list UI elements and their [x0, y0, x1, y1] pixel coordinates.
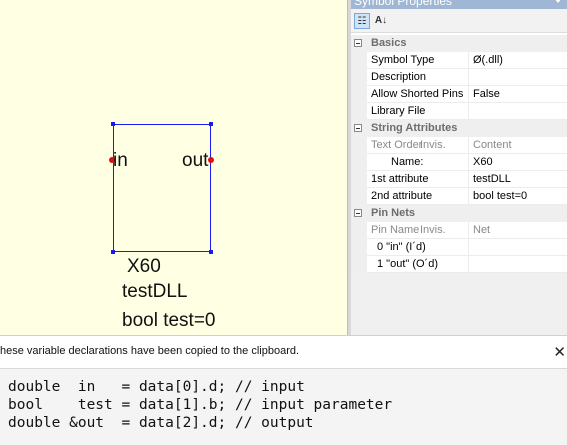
property-name: Library File: [367, 103, 469, 120]
attribute-value[interactable]: bool test=0: [469, 188, 567, 205]
pin-net[interactable]: [469, 256, 567, 273]
categorized-icon[interactable]: ☷: [354, 13, 370, 29]
properties-empty-area: [351, 273, 567, 335]
attribute-name: 1st attribute: [367, 171, 469, 188]
section-label: String Attributes: [371, 122, 458, 134]
sort-az-icon[interactable]: A↓: [373, 13, 389, 29]
section-basics[interactable]: Basics: [351, 35, 567, 52]
symbol-name-text[interactable]: X60: [127, 256, 161, 278]
property-value[interactable]: [469, 69, 567, 86]
attribute-row[interactable]: 1st attribute testDLL: [351, 171, 567, 188]
section-label: Basics: [371, 37, 407, 49]
property-row[interactable]: Library File: [351, 103, 567, 120]
code-line: double in = data[0].d; // input: [8, 379, 305, 395]
symbol-properties-panel: Symbol Properties ☷ A↓ Basics Symbol Typ…: [351, 0, 567, 335]
property-value[interactable]: [469, 103, 567, 120]
pin-net[interactable]: [469, 239, 567, 256]
pin-row[interactable]: 1 "out" (O´d): [351, 256, 567, 273]
attribute-value[interactable]: X60: [469, 154, 567, 171]
attribute-value[interactable]: testDLL: [469, 171, 567, 188]
pin-name: 1 "out" (O´d): [367, 256, 469, 273]
property-name: Description: [367, 69, 469, 86]
symbol-corner-handle[interactable]: [111, 122, 115, 126]
symbol-attribute1-text[interactable]: testDLL: [122, 281, 187, 303]
column-header-content: Content: [469, 137, 567, 154]
property-row[interactable]: Description: [351, 69, 567, 86]
symbol-attribute2-text[interactable]: bool test=0: [122, 310, 216, 332]
pin-header-row: Pin Name Invis. Net: [351, 222, 567, 239]
section-pin-nets[interactable]: Pin Nets: [351, 205, 567, 222]
pin-out-label: out: [182, 150, 209, 171]
attribute-header-row: Text Order Invis. Content: [351, 137, 567, 154]
properties-toolbar: ☷ A↓: [351, 9, 567, 33]
column-header-net: Net: [469, 222, 567, 239]
property-name: Symbol Type: [367, 52, 469, 69]
symbol-corner-handle[interactable]: [209, 122, 213, 126]
close-icon[interactable]: ✕: [553, 343, 566, 361]
pin-row[interactable]: 0 "in" (I´d): [351, 239, 567, 256]
symbol-corner-handle[interactable]: [111, 250, 115, 254]
pin-in-label: in: [113, 150, 128, 171]
collapse-icon[interactable]: [354, 124, 362, 132]
schematic-canvas[interactable]: in out X60 testDLL bool test=0: [0, 0, 347, 335]
dropdown-arrow-icon[interactable]: [553, 0, 563, 3]
code-line: bool test = data[1].b; // input paramete…: [8, 397, 393, 413]
property-value[interactable]: False: [469, 86, 567, 103]
property-row[interactable]: Symbol Type Ø(.dll): [351, 52, 567, 69]
clipboard-notice-bar: hese variable declarations have been cop…: [0, 335, 567, 368]
symbol-corner-handle[interactable]: [209, 250, 213, 254]
attribute-name: Name:: [367, 154, 469, 171]
collapse-icon[interactable]: [354, 209, 362, 217]
column-header-pin-name: Pin Name: [367, 222, 469, 239]
section-label: Pin Nets: [371, 207, 416, 219]
property-row[interactable]: Allow Shorted Pins False: [351, 86, 567, 103]
attribute-row[interactable]: Name: X60: [351, 154, 567, 171]
section-string-attributes[interactable]: String Attributes: [351, 120, 567, 137]
column-header-invis: Invis.: [420, 224, 446, 236]
column-header-text-order: Text Order: [367, 137, 469, 154]
collapse-icon[interactable]: [354, 39, 362, 47]
property-value[interactable]: Ø(.dll): [469, 52, 567, 69]
attribute-name: 2nd attribute: [367, 188, 469, 205]
notice-text: hese variable declarations have been cop…: [0, 345, 300, 357]
properties-title: Symbol Properties: [354, 0, 453, 8]
property-name: Allow Shorted Pins: [367, 86, 469, 103]
properties-title-bar[interactable]: Symbol Properties: [351, 0, 567, 9]
dll-symbol-body[interactable]: [113, 124, 211, 252]
pin-out-connector[interactable]: [208, 157, 214, 163]
code-line: double &out = data[2].d; // output: [8, 415, 314, 431]
column-header-invis: Invis.: [420, 139, 446, 151]
pin-name: 0 "in" (I´d): [367, 239, 469, 256]
code-declarations-area[interactable]: double in = data[0].d; // input bool tes…: [0, 368, 567, 445]
attribute-row[interactable]: 2nd attribute bool test=0: [351, 188, 567, 205]
